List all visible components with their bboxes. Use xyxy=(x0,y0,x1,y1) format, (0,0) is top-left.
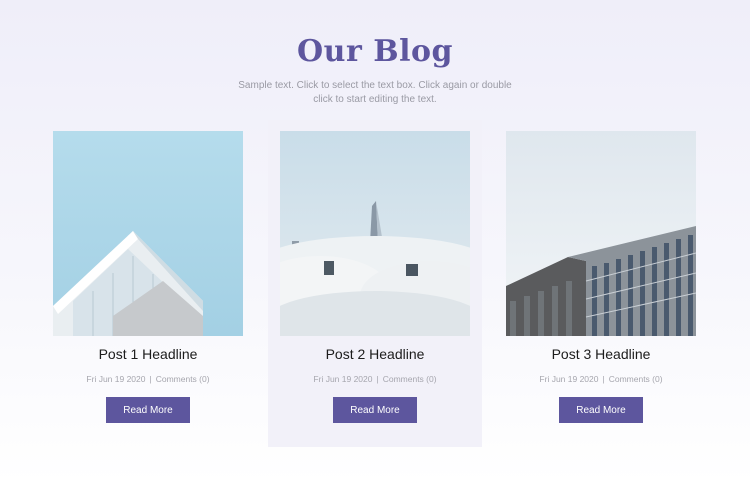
meta-separator: | xyxy=(149,374,152,384)
post-date: Fri Jun 19 2020 xyxy=(313,374,373,384)
post-3-image[interactable] xyxy=(506,131,696,336)
post-1-image[interactable] xyxy=(53,131,243,336)
post-comments[interactable]: Comments (0) xyxy=(156,374,210,384)
meta-separator: | xyxy=(602,374,605,384)
blog-card-3: Post 3 Headline Fri Jun 19 2020 | Comments… xyxy=(494,120,708,447)
blog-card-2: Post 2 Headline Fri Jun 19 2020 | Comments… xyxy=(268,120,482,447)
post-date: Fri Jun 19 2020 xyxy=(539,374,599,384)
post-3-headline[interactable]: Post 3 Headline xyxy=(494,346,708,362)
read-more-button-3[interactable]: Read More xyxy=(559,397,643,423)
post-comments[interactable]: Comments (0) xyxy=(383,374,437,384)
post-1-meta: Fri Jun 19 2020 | Comments (0) xyxy=(41,374,255,384)
meta-separator: | xyxy=(376,374,379,384)
read-more-button-1[interactable]: Read More xyxy=(106,397,190,423)
post-comments[interactable]: Comments (0) xyxy=(609,374,663,384)
post-date: Fri Jun 19 2020 xyxy=(86,374,146,384)
post-3-meta: Fri Jun 19 2020 | Comments (0) xyxy=(494,374,708,384)
read-more-button-2[interactable]: Read More xyxy=(333,397,417,423)
post-2-headline[interactable]: Post 2 Headline xyxy=(268,346,482,362)
office-building-image xyxy=(506,131,696,336)
blog-card-1: Post 1 Headline Fri Jun 19 2020 | Comments… xyxy=(41,120,255,447)
post-2-meta: Fri Jun 19 2020 | Comments (0) xyxy=(268,374,482,384)
section-title: Our Blog xyxy=(297,34,453,69)
clouds-city-image xyxy=(280,131,470,336)
post-1-headline[interactable]: Post 1 Headline xyxy=(41,346,255,362)
post-2-image[interactable] xyxy=(280,131,470,336)
section-subtitle: Sample text. Click to select the text bo… xyxy=(238,80,512,105)
building-image xyxy=(53,131,243,336)
